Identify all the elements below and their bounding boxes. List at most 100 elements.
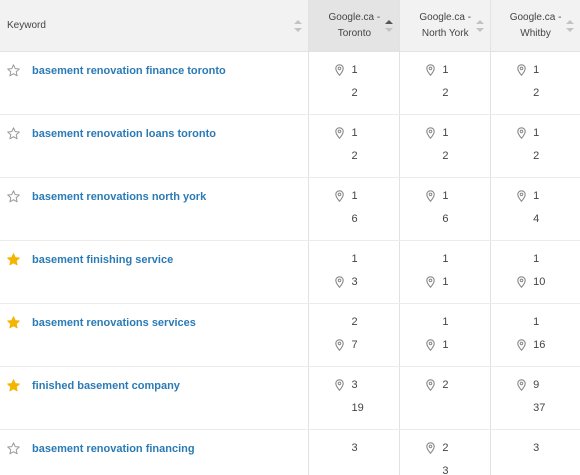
rank-cell: 12 — [491, 115, 580, 177]
rank-line-secondary: 4 — [491, 213, 580, 227]
rank-cell: 2 — [400, 367, 492, 429]
table-row: basement renovations north york 1 6 1 6 1 4 — [0, 178, 580, 241]
keyword-cell: basement renovation loans toronto — [0, 115, 310, 177]
keyword-link[interactable]: basement finishing service — [32, 254, 173, 266]
rank-value: 1 — [351, 190, 358, 202]
rank-value: 7 — [351, 339, 358, 351]
rank-line-primary: 1 — [400, 190, 490, 204]
sort-icon[interactable] — [294, 19, 303, 32]
rank-cell: 27 — [309, 304, 401, 366]
rank-line-secondary: 2 — [309, 87, 399, 101]
column-header-label: Google.ca - — [419, 11, 472, 23]
rank-value: 6 — [351, 213, 358, 225]
rank-value: 4 — [533, 213, 540, 225]
rank-value: 1 — [442, 64, 449, 76]
keyword-link[interactable]: basement renovations services — [32, 317, 196, 329]
rank-value: 37 — [533, 402, 546, 414]
rank-value: 1 — [533, 253, 540, 265]
rank-cell: 11 — [400, 304, 492, 366]
rank-value: 10 — [533, 276, 546, 288]
map-pin-icon — [426, 127, 436, 140]
map-pin-icon — [335, 127, 345, 140]
map-pin-icon — [517, 379, 526, 392]
rank-cell: 12 — [400, 115, 492, 177]
rank-value: 2 — [351, 316, 358, 328]
rank-line-primary: 1 — [491, 64, 580, 78]
rank-cell: 12 — [309, 115, 401, 177]
column-header-label: Google.ca - — [328, 11, 381, 23]
rank-value: 1 — [351, 64, 358, 76]
rank-value: 3 — [442, 465, 449, 475]
map-pin-icon — [335, 190, 345, 203]
rank-value: 2 — [533, 87, 540, 99]
map-pin-icon — [426, 190, 436, 203]
rank-line-primary: 1 — [491, 127, 580, 141]
rank-cell: 9 37 — [491, 367, 580, 429]
rank-value: 1 — [442, 127, 449, 139]
keyword-link[interactable]: basement renovation loans toronto — [32, 128, 216, 140]
keyword-link[interactable]: basement renovation financing — [32, 443, 195, 455]
star-filled-icon[interactable] — [7, 379, 20, 392]
map-pin-icon — [517, 339, 526, 352]
rank-value: 19 — [351, 402, 364, 414]
column-header-whitby[interactable]: Google.ca - Whitby — [491, 0, 580, 51]
rank-line-secondary: 2 — [400, 87, 490, 101]
rank-cell: 3 19 — [309, 367, 401, 429]
rank-cell: 14 — [491, 178, 580, 240]
rank-value: 1 — [442, 190, 449, 202]
sort-ascending-icon[interactable] — [385, 19, 394, 32]
map-pin-icon — [426, 379, 436, 392]
column-header-label: Keyword — [7, 20, 46, 31]
sort-icon[interactable] — [566, 19, 574, 32]
star-outline-icon[interactable] — [7, 127, 20, 140]
map-pin-icon — [335, 64, 345, 77]
map-pin-icon — [517, 127, 526, 140]
column-header-toronto[interactable]: Google.ca - Toronto — [309, 0, 401, 51]
star-outline-icon[interactable] — [7, 190, 20, 203]
rank-value: 2 — [442, 379, 449, 391]
rank-value: 1 — [442, 276, 449, 288]
keyword-link[interactable]: basement renovations north york — [32, 191, 206, 203]
rank-line-primary: 2 — [400, 379, 490, 393]
column-header-label: Whitby — [520, 27, 551, 39]
rank-value: 1 — [351, 253, 358, 265]
rank-cell: 12 — [400, 52, 492, 114]
rank-value: 3 — [351, 379, 358, 391]
rankings-table: Keyword Google.ca - Toronto Google.ca - … — [0, 0, 580, 475]
column-header-keyword[interactable]: Keyword — [0, 0, 310, 51]
star-outline-icon[interactable] — [7, 442, 20, 455]
rank-line-primary: 3 — [309, 442, 399, 456]
keyword-link[interactable]: basement renovation finance toronto — [32, 65, 226, 77]
table-body: basement renovation finance toronto 1 2 1 2 1… — [0, 52, 580, 475]
rank-line-primary: 1 — [309, 64, 399, 78]
keyword-cell: basement renovations north york — [0, 178, 310, 240]
rank-line-primary: 1 — [309, 253, 399, 267]
rank-line-primary: 1 — [400, 127, 490, 141]
rank-line-primary: 3 — [309, 379, 399, 393]
rank-value: 1 — [442, 316, 449, 328]
rank-line-secondary: 2 — [309, 150, 399, 164]
rank-line-secondary: 37 — [491, 402, 580, 416]
star-outline-icon[interactable] — [7, 64, 20, 77]
keyword-link[interactable]: finished basement company — [32, 380, 180, 392]
rank-cell: 11 — [400, 241, 492, 303]
map-pin-icon — [335, 379, 345, 392]
sort-icon[interactable] — [476, 19, 485, 32]
rank-line-secondary: 1 — [400, 276, 490, 290]
rank-line-secondary: 3 — [400, 465, 490, 475]
column-header-label: North York — [421, 27, 469, 39]
rank-line-primary: 1 — [400, 316, 490, 330]
column-header-north-york[interactable]: Google.ca - North York — [400, 0, 492, 51]
rank-cell: 3 — [491, 430, 580, 475]
rank-line-primary: 1 — [491, 190, 580, 204]
rank-line-primary: 1 — [309, 190, 399, 204]
keyword-cell: basement finishing service — [0, 241, 310, 303]
star-filled-icon[interactable] — [7, 316, 20, 329]
star-filled-icon[interactable] — [7, 253, 20, 266]
rank-line-primary: 1 — [491, 253, 580, 267]
rank-value: 1 — [533, 190, 540, 202]
rank-value: 1 — [533, 127, 540, 139]
rank-cell: 16 — [309, 178, 401, 240]
table-header: Keyword Google.ca - Toronto Google.ca - … — [0, 0, 580, 52]
rank-line-primary: 2 — [400, 442, 490, 456]
